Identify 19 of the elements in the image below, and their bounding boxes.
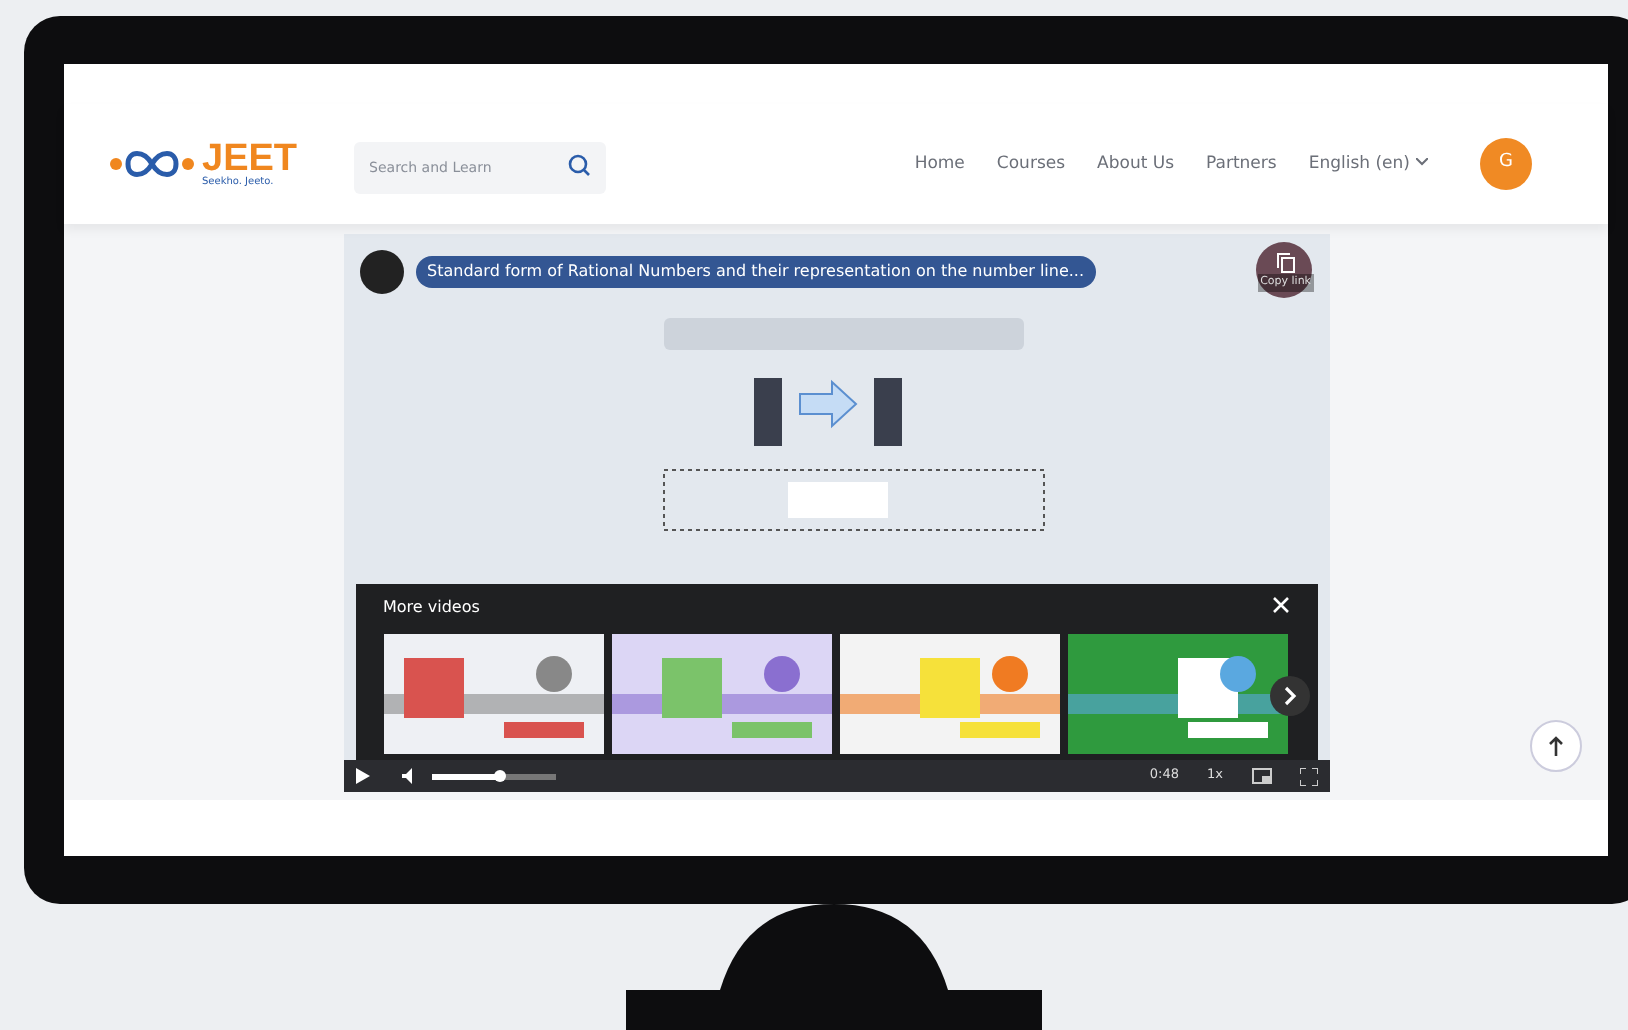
search-icon[interactable] <box>567 154 590 176</box>
close-icon[interactable] <box>1271 596 1289 614</box>
play-icon[interactable] <box>355 768 369 784</box>
nav-link[interactable]: Courses <box>996 151 1066 177</box>
more-videos-heading: More videos <box>383 596 480 620</box>
volume-icon[interactable] <box>401 768 415 784</box>
scroll-to-top-button[interactable] <box>1530 720 1582 772</box>
miniplayer-icon[interactable] <box>1251 768 1271 784</box>
fullscreen-icon[interactable] <box>1299 767 1317 785</box>
arrow-up-icon <box>1548 736 1564 756</box>
volume-slider[interactable] <box>431 773 555 779</box>
caret-icon[interactable] <box>1416 158 1428 167</box>
logo-text: JEET <box>202 140 298 178</box>
nav-link[interactable]: Home <box>914 151 965 177</box>
copy-icon[interactable] <box>1275 252 1296 275</box>
video-title[interactable]: Standard form of Rational Numbers and their representation on the number line... <box>415 256 1097 288</box>
nav-link[interactable]: Partners <box>1206 151 1277 177</box>
nav-link[interactable]: About Us <box>1097 151 1175 177</box>
language-dropdown[interactable]: English (en) <box>1308 151 1428 177</box>
